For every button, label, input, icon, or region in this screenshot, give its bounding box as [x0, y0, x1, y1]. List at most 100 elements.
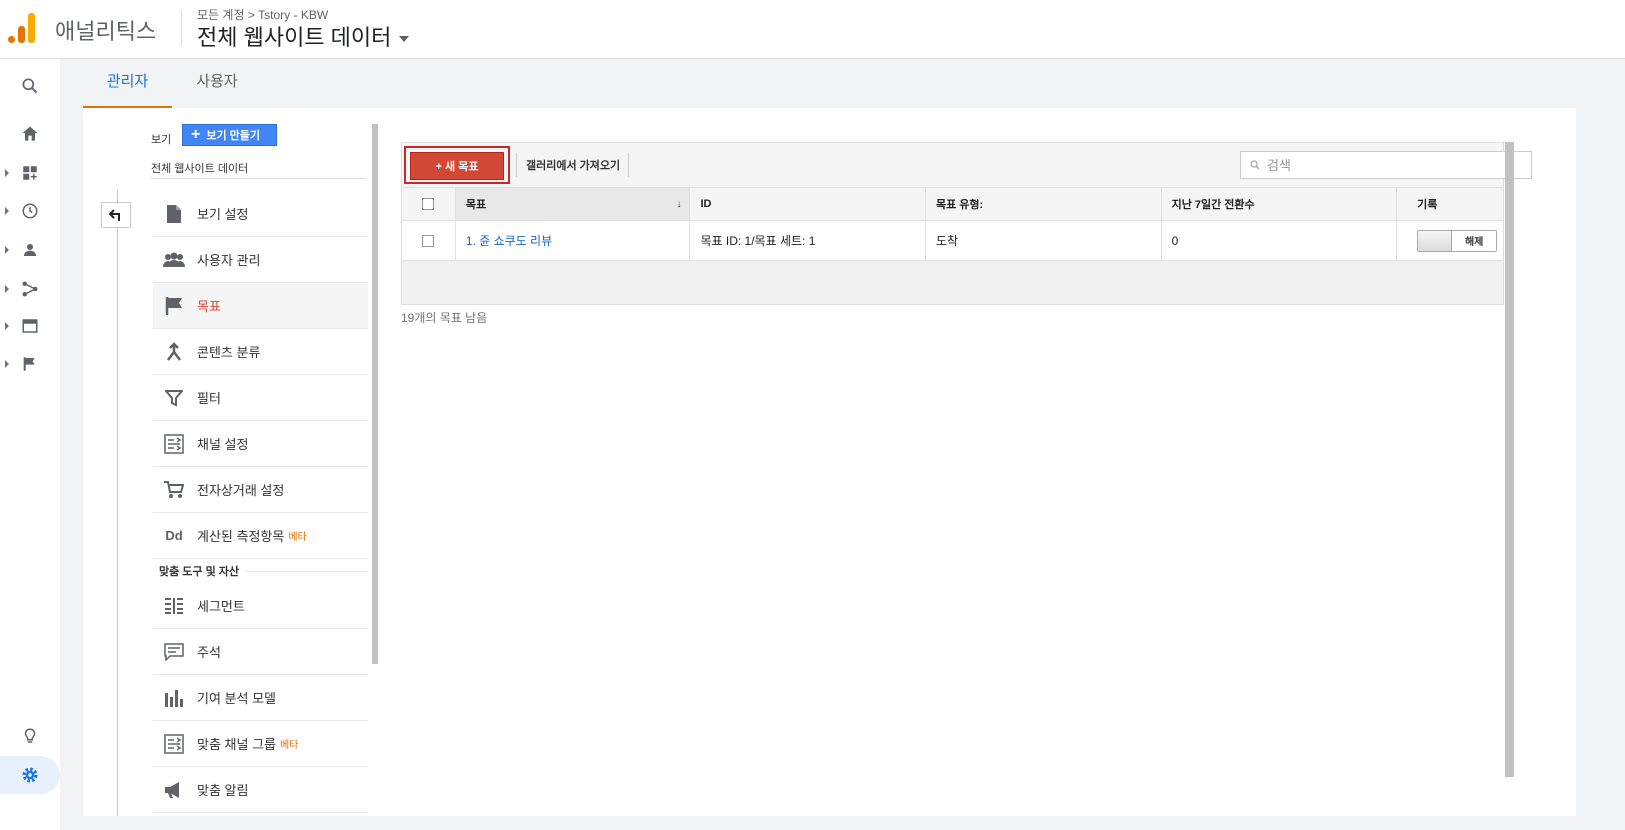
sidebar-item-segments[interactable]: 세그먼트	[153, 583, 368, 629]
search-field[interactable]	[1240, 151, 1532, 179]
section-title-label: 맞춤 도구 및 자산	[159, 566, 240, 578]
sidebar-item-custom-channel-groups[interactable]: 맞춤 채널 그룹 베타	[153, 721, 368, 767]
settings-icon	[22, 767, 38, 783]
create-view-button[interactable]: + 보기 만들기	[182, 124, 277, 146]
sidebar-item-calculated-metrics[interactable]: Dd 계산된 측정항목 베타	[153, 513, 368, 559]
column-header-id: ID	[690, 188, 927, 220]
tab-admin[interactable]: 관리자	[83, 62, 172, 108]
plus-icon: +	[191, 126, 201, 143]
content-scrollbar[interactable]	[1505, 142, 1514, 777]
expand-arrow-icon	[5, 322, 9, 330]
column-header-goal[interactable]: 목표 ↓	[455, 188, 691, 220]
sidebar-item-annotations[interactable]: 주석	[153, 629, 368, 675]
discover-nav[interactable]	[0, 717, 60, 755]
sidebar-item-label: 맞춤 알림	[197, 783, 249, 798]
sidebar-item-label: 맞춤 채널 그룹	[197, 737, 276, 752]
channel-group-icon	[163, 733, 185, 755]
conversions-icon	[23, 357, 35, 371]
column-header-label: 기록	[1417, 199, 1438, 211]
tab-user[interactable]: 사용자	[172, 62, 262, 108]
sidebar-item-label: 필터	[197, 391, 221, 406]
current-view-name: 전체 웹사이트 데이터	[151, 163, 249, 175]
table-header-row: 목표 ↓ ID 목표 유형: 지난 7일간 전환수 기록	[402, 188, 1503, 221]
remaining-goals-text: 19개의 목표 남음	[401, 311, 488, 325]
column-header-goal-type: 목표 유형:	[926, 188, 1162, 220]
sidebar-item-custom-alerts[interactable]: 맞춤 알림	[153, 767, 368, 813]
select-all-cell	[402, 188, 456, 220]
select-all-checkbox[interactable]	[422, 198, 435, 210]
goal-id-cell: 목표 ID: 1/목표 세트: 1	[690, 221, 927, 260]
table-row: 1. 쥰 쇼쿠도 리뷰 목표 ID: 1/목표 세트: 1 도착 0 해제	[402, 221, 1503, 261]
goals-table: 목표 ↓ ID 목표 유형: 지난 7일간 전환수 기록 1. 쥰 쇼쿠도 리뷰 …	[401, 187, 1504, 305]
highlight-box: + 새 목표	[404, 146, 510, 184]
analytics-logo-icon[interactable]	[8, 13, 36, 43]
sort-down-icon: ↓	[676, 199, 682, 210]
sidebar-item-label: 채널 설정	[197, 437, 249, 452]
search-input[interactable]	[1267, 157, 1517, 173]
search-nav[interactable]	[0, 67, 60, 105]
sidebar-item-attribution-models[interactable]: 기여 분석 모델	[153, 675, 368, 721]
row-select-cell	[402, 221, 456, 260]
sidebar-item-view-settings[interactable]: 보기 설정	[153, 191, 368, 237]
flag-icon	[163, 295, 185, 317]
lightbulb-icon	[24, 728, 36, 743]
acquisition-nav[interactable]	[0, 270, 60, 308]
column-header-label: 지난 7일간 전환수	[1171, 199, 1255, 211]
recording-cell: 해제	[1397, 221, 1503, 260]
document-icon	[163, 203, 185, 225]
column-header-label: ID	[700, 198, 712, 210]
segments-icon	[163, 595, 185, 617]
import-from-gallery-button[interactable]: 갤러리에서 가져오기	[526, 157, 620, 173]
recording-toggle[interactable]: 해제	[1417, 229, 1498, 252]
users-icon	[163, 249, 185, 271]
back-button[interactable]	[101, 202, 131, 228]
view-settings-menu: 보기 설정 사용자 관리 목표 콘텐츠 분류 필터 채널 설정 전자상거래 설정…	[153, 191, 368, 813]
conversions-value: 0	[1171, 233, 1179, 248]
sidebar-item-ecommerce-settings[interactable]: 전자상거래 설정	[153, 467, 368, 513]
column-header-label: 목표 유형:	[936, 199, 984, 211]
view-title: 전체 웹사이트 데이터	[197, 25, 392, 50]
beta-badge: 베타	[288, 532, 307, 543]
sidebar-item-content-grouping[interactable]: 콘텐츠 분류	[153, 329, 368, 375]
sidebar-item-label: 전자상거래 설정	[197, 483, 285, 498]
header-divider	[181, 10, 182, 46]
new-goal-button[interactable]: + 새 목표	[410, 152, 504, 180]
behavior-nav[interactable]	[0, 307, 60, 345]
acquisition-icon	[22, 281, 38, 297]
view-selector[interactable]: 전체 웹사이트 데이터	[197, 20, 410, 52]
search-icon	[1250, 160, 1260, 170]
cart-icon	[163, 479, 185, 501]
top-header: 애널리틱스 모든 계정 > Tstory - KBW 전체 웹사이트 데이터	[0, 0, 1625, 59]
expand-arrow-icon	[5, 285, 9, 293]
goal-id-text: 목표 ID: 1/목표 세트: 1	[700, 234, 816, 248]
app-name[interactable]: 애널리틱스	[55, 14, 156, 46]
section-title: 맞춤 도구 및 자산	[153, 559, 368, 583]
customization-nav[interactable]	[0, 154, 60, 192]
goal-name-link[interactable]: 1. 쥰 쇼쿠도 리뷰	[466, 232, 552, 249]
megaphone-icon	[163, 779, 185, 801]
sidebar-item-user-management[interactable]: 사용자 관리	[153, 237, 368, 283]
caret-down-icon	[399, 36, 410, 43]
dd-icon: Dd	[165, 528, 183, 543]
sidebar-item-channel-settings[interactable]: 채널 설정	[153, 421, 368, 467]
conversions-cell: 0	[1162, 221, 1398, 260]
sidebar-item-filters[interactable]: 필터	[153, 375, 368, 421]
sidebar-scrollbar[interactable]	[372, 124, 378, 664]
realtime-nav[interactable]	[0, 192, 60, 230]
sidebar-item-label: 콘텐츠 분류	[197, 345, 261, 360]
admin-nav[interactable]	[0, 756, 60, 794]
conversions-nav[interactable]	[0, 345, 60, 383]
annotation-icon	[163, 641, 185, 663]
row-checkbox[interactable]	[422, 234, 435, 247]
create-view-label: 보기 만들기	[206, 130, 260, 142]
sidebar-item-label: 계산된 측정항목	[197, 529, 285, 544]
realtime-icon	[22, 203, 38, 219]
audience-nav[interactable]	[0, 231, 60, 269]
home-nav[interactable]	[0, 115, 60, 153]
sidebar-item-goals[interactable]: 목표	[153, 283, 368, 329]
column-header-label: 목표	[465, 199, 487, 211]
goal-type-text: 도착	[936, 234, 959, 248]
toggle-label: 해제	[1452, 230, 1497, 251]
sidebar-item-label: 보기 설정	[197, 207, 249, 222]
sidebar-item-label: 세그먼트	[197, 599, 245, 614]
